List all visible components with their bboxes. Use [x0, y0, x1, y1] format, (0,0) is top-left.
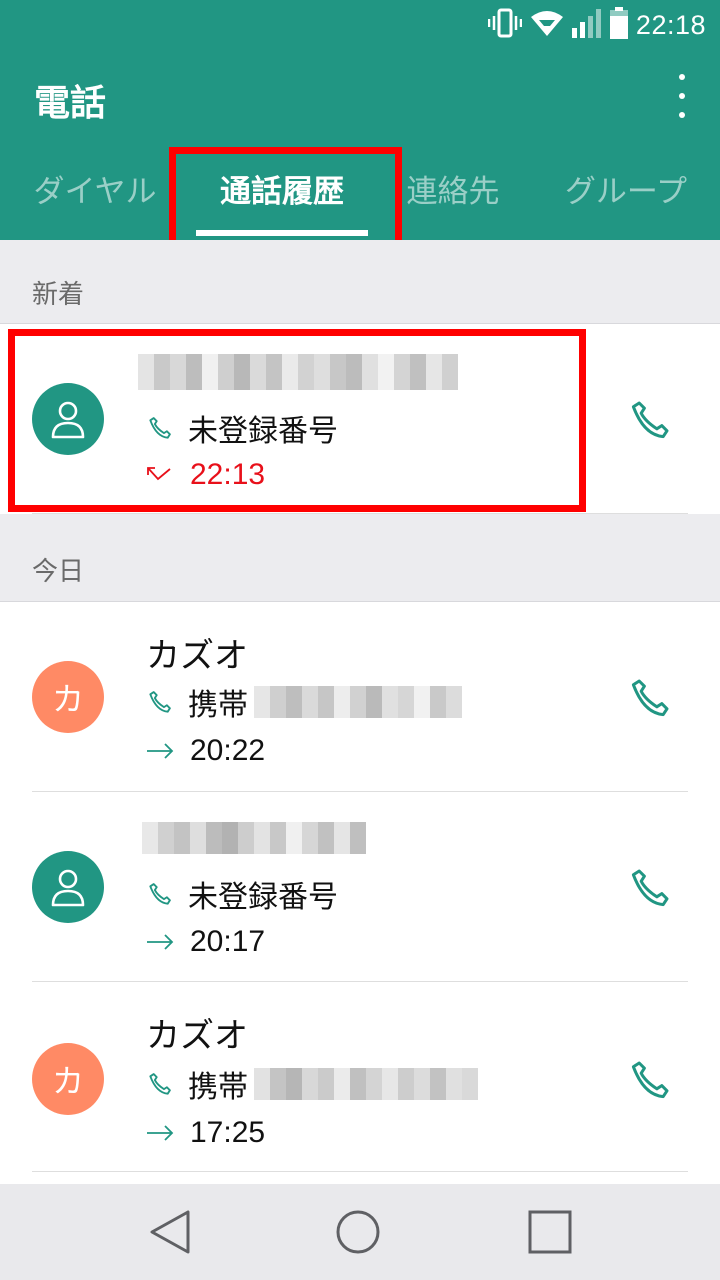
- status-bar: 22:18: [0, 0, 720, 50]
- phone-icon: [631, 679, 669, 717]
- call-time: 20:22: [190, 734, 266, 767]
- person-icon: [51, 869, 85, 907]
- divider: [32, 1171, 688, 1172]
- more-vert-icon[interactable]: [672, 74, 692, 118]
- back-icon[interactable]: [146, 1208, 194, 1256]
- outgoing-call-icon: [146, 932, 176, 952]
- phone-icon: [631, 401, 669, 439]
- contact-name: カズオ: [146, 1016, 248, 1056]
- tab-groups[interactable]: グループ: [556, 160, 696, 240]
- signal-icon: [571, 8, 602, 42]
- wifi-icon: [530, 9, 564, 41]
- call-time: 17:25: [190, 1116, 266, 1149]
- call-time-line: 17:25: [146, 1116, 265, 1150]
- avatar-letter: カ: [51, 680, 84, 718]
- avatar-letter: カ: [51, 1062, 84, 1100]
- home-icon[interactable]: [334, 1208, 382, 1256]
- call-type-line: 携帯: [146, 680, 462, 724]
- phone-icon: [149, 691, 171, 713]
- recents-icon[interactable]: [526, 1208, 574, 1256]
- avatar: [32, 851, 104, 923]
- status-time: 22:18: [635, 9, 706, 40]
- redacted-number: [142, 822, 366, 854]
- avatar: カ: [32, 1043, 104, 1115]
- phone-icon: [149, 883, 171, 905]
- call-time: 20:17: [190, 925, 266, 958]
- call-button[interactable]: [624, 1054, 676, 1106]
- call-type-label: 携帯: [188, 688, 248, 723]
- redacted-number: [254, 1068, 478, 1100]
- call-button[interactable]: [624, 862, 676, 914]
- vibrate-icon: [487, 8, 523, 42]
- call-type-line: 携帯: [146, 1062, 478, 1106]
- outgoing-call-icon: [146, 1123, 176, 1143]
- call-type-label: 携帯: [188, 1070, 248, 1105]
- call-log-row[interactable]: 未登録番号 20:17: [0, 792, 720, 982]
- battery-icon: [609, 7, 628, 43]
- phone-icon: [631, 869, 669, 907]
- redacted-number: [254, 686, 462, 718]
- call-button[interactable]: [624, 394, 676, 446]
- call-type-line: 未登録番号: [146, 872, 338, 916]
- avatar: カ: [32, 661, 104, 733]
- status-icons: 22:18: [487, 7, 706, 43]
- app-title: 電話: [34, 83, 107, 124]
- call-log-row[interactable]: カズオ カ 携帯 17:25: [0, 982, 720, 1172]
- section-header-new: 新着: [0, 240, 720, 324]
- tab-dial[interactable]: ダイヤル: [20, 160, 170, 240]
- call-log-row[interactable]: カズオ カ 携帯 20:22: [0, 602, 720, 792]
- call-time-line: 20:22: [146, 734, 265, 768]
- highlight-box: [8, 329, 586, 512]
- phone-icon: [149, 1073, 171, 1095]
- call-time-line: 20:17: [146, 925, 265, 959]
- navigation-bar: [0, 1184, 720, 1280]
- phone-icon: [631, 1061, 669, 1099]
- outgoing-call-icon: [146, 741, 176, 761]
- contact-name: カズオ: [146, 636, 248, 676]
- tab-contacts[interactable]: 連絡先: [398, 160, 508, 240]
- section-header-today: 今日: [0, 514, 720, 602]
- call-button[interactable]: [624, 672, 676, 724]
- call-type-label: 未登録番号: [188, 880, 338, 915]
